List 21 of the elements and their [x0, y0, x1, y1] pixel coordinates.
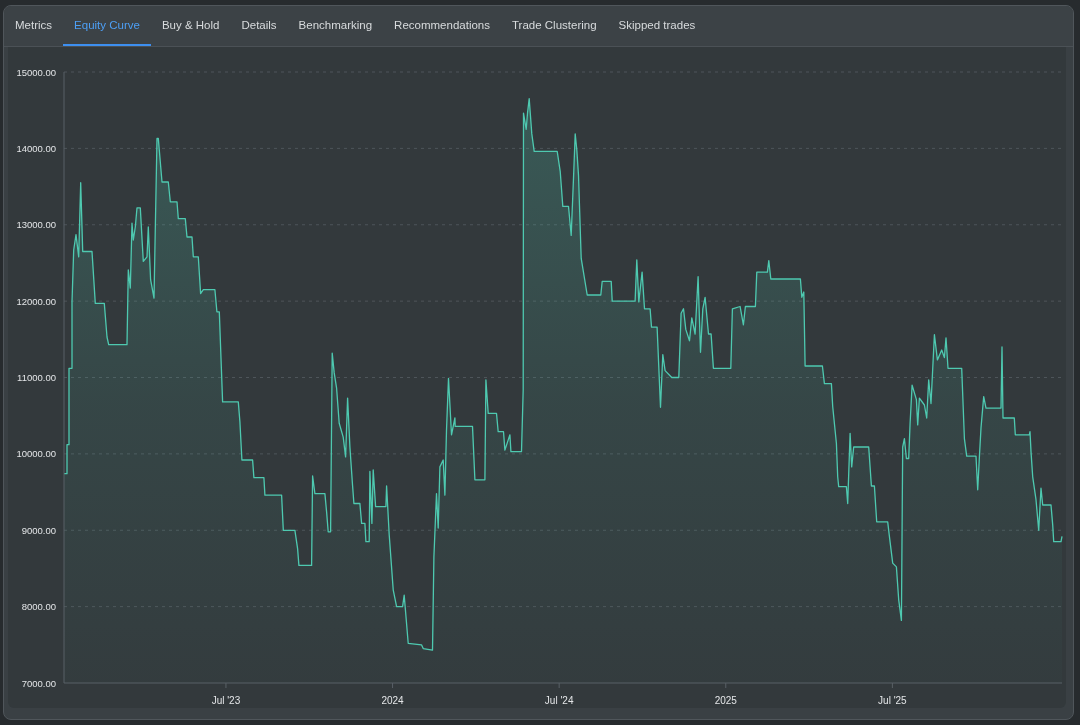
y-axis-label: 13000.00 — [16, 219, 56, 231]
x-axis-label: Jul '23 — [211, 695, 241, 706]
y-axis-label: 8000.00 — [21, 601, 56, 613]
tab[interactable]: Recommendations — [383, 6, 501, 46]
x-axis-label: Jul '25 — [878, 695, 907, 706]
tab[interactable]: Details — [230, 6, 288, 46]
tab[interactable]: Buy & Hold — [150, 6, 231, 46]
x-axis-label: Jul '24 — [544, 695, 574, 706]
y-axis-label: 10000.00 — [16, 448, 56, 460]
x-axis-label: 2025 — [714, 695, 737, 706]
y-axis-label: 9000.00 — [21, 524, 56, 536]
y-axis-label: 7000.00 — [21, 677, 56, 689]
y-axis-label: 11000.00 — [17, 372, 56, 383]
tab[interactable]: Benchmarking — [287, 6, 384, 46]
tab[interactable]: Metrics — [4, 6, 64, 46]
tab[interactable]: Trade Clustering — [501, 6, 608, 46]
y-axis-label: 15000.00 — [16, 66, 56, 78]
tab[interactable]: Skipped trades — [607, 6, 707, 46]
x-axis-label: 2024 — [381, 695, 404, 706]
y-axis-label: 12000.00 — [16, 295, 56, 307]
y-axis-label: 14000.00 — [16, 142, 56, 154]
